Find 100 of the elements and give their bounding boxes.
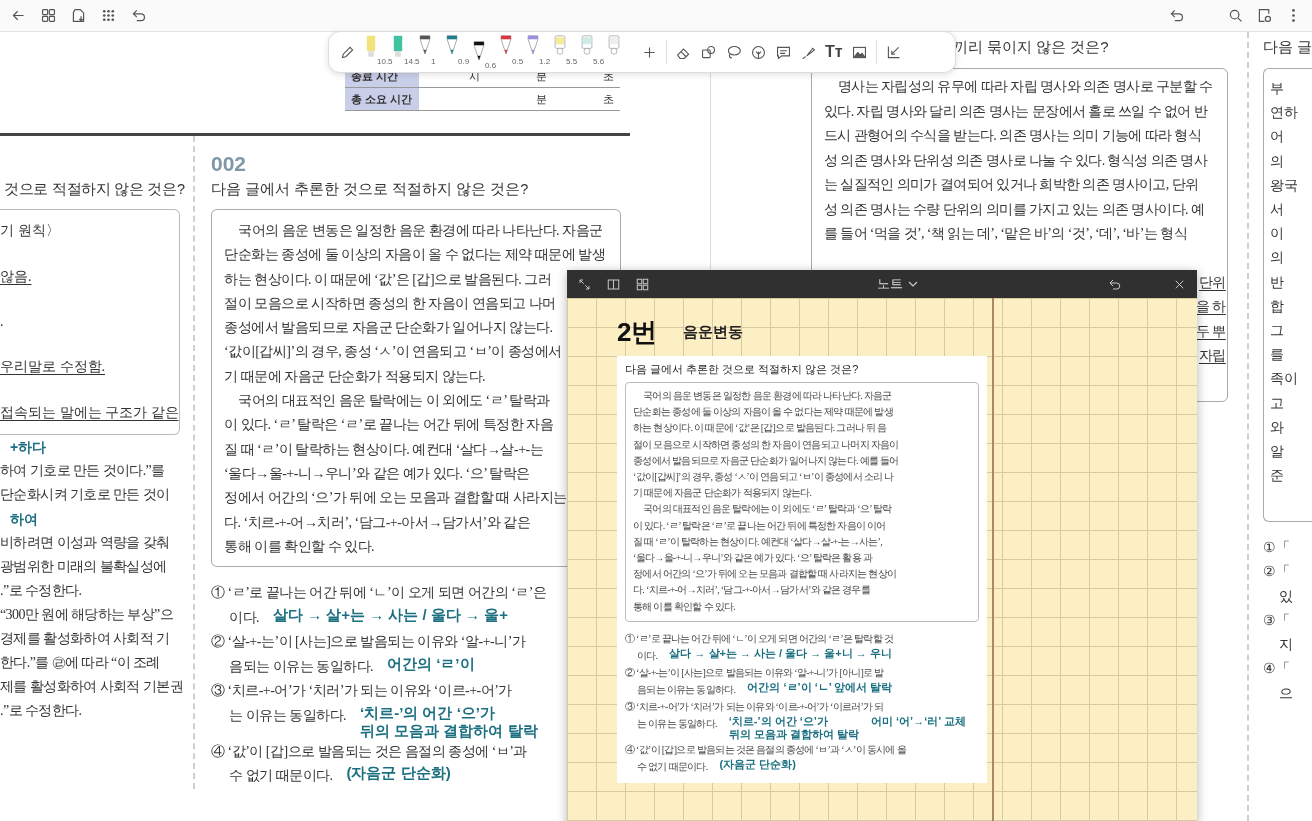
passage-line: 통해 이를 확인할 수 있다. — [633, 599, 736, 614]
passage-line: 우리말로 수정함. — [0, 358, 106, 376]
file-export-icon[interactable] — [70, 7, 87, 24]
pen-tool[interactable]: 5.5 — [553, 32, 579, 66]
handwritten-note: ‘치르-’의 어간 ‘으’가 — [728, 714, 829, 728]
pen-size-label: 1 — [431, 57, 436, 66]
handwritten-note: 살다 → 살+는 → 사는 / 울다 → 울+ — [273, 605, 509, 624]
pen-size-label: 5.5 — [566, 57, 578, 66]
passage-line: 성 의존 명사와 단위성 의존 명사로 나눌 수 있다. 형식성 의존 명사 — [823, 151, 1209, 170]
pen-size-label: 14.5 — [404, 57, 420, 66]
passage-line: 국어의 대표적인 음운 탈락에는 이 외에도 ‘ㄹ’ 탈락과 ‘으’ 탈락 — [642, 502, 893, 517]
answer-option: 이다. — [229, 605, 259, 630]
passage-line: ‘값이[갑씨]’의 경우, 종성 ‘ㅅ’이 연음되고 ‘ㅂ’이 종성에서 소리 나 — [633, 470, 895, 484]
pen-size-label: 10.5 — [377, 57, 393, 66]
lasso-icon[interactable] — [725, 43, 742, 61]
answer-line: 경제를 활성화하여 사회적 기 — [0, 630, 171, 648]
passage-line: 이 있다. ‘ㄹ’ 탈락은 ‘ㄹ’로 끝나는 어간 뒤에 특정한 자음이 이어 — [633, 518, 887, 533]
answer-option: ④ ‘값’이 [갑]으로 발음되는 것은 음절의 종성에 ‘ㅂ’과 ‘ㅅ’이 동시에 올 — [625, 740, 979, 758]
answer-option: 수 없기 때문이다. — [637, 757, 708, 775]
passage-line: 접속되는 말에는 구조가 같은 — [0, 404, 179, 422]
pen-tool[interactable]: 14.5 — [391, 32, 417, 66]
handwritten-note: +하다 — [9, 438, 48, 457]
handwritten-note: 어미 ‘어’→‘러’ 교체 — [871, 714, 966, 728]
passage-line: 정에서 어간의 ‘으’가 뒤에 오는 모음과 결합할 때 사라지는 — [224, 489, 567, 508]
handwritten-note: 살다 → 살+는 → 사는 / 울다 → 울+니 → 우니 — [669, 646, 892, 660]
pen-tool[interactable]: 5.6 — [580, 32, 606, 66]
answer-option: ④ ‘값’이 [갑]으로 발음되는 것은 음절의 종성에 ‘ㅂ’과 — [211, 739, 527, 764]
passage-line: 합 — [1269, 297, 1285, 316]
answer-option: 이다. — [637, 646, 658, 664]
pen-tool[interactable]: 0.5 — [499, 32, 525, 66]
split-view-icon[interactable] — [606, 276, 621, 292]
answer-option: ①「 — [1262, 536, 1312, 561]
handwritten-note: (자음군 단순화) — [719, 757, 796, 771]
search-icon[interactable] — [1227, 7, 1244, 24]
passage-line: 하는 현상이다. 이 때문에 ‘값’은 [갑]으로 발음된다. 그러나 뒤 음 — [633, 421, 888, 436]
answer-option: ③「 — [1262, 608, 1312, 634]
answer-option: 음되는 이유는 동일하다. — [229, 654, 373, 679]
question-text: 다음 글에서 추론한 것으로 적절하지 않은 것은? — [211, 180, 530, 199]
passage-line: 알 — [1269, 443, 1285, 462]
passage-line: 서 — [1269, 201, 1285, 219]
pen-tool[interactable]: 1.2 — [526, 32, 552, 66]
passage-line: 기 원칙〉 — [0, 222, 61, 240]
answer-line: 광범위한 미래의 불확실성에 — [0, 558, 168, 576]
pen-tool[interactable]: 1 — [418, 32, 444, 66]
passage-line: 종성에서 발음되므로 자음군 단순화가 일어나지 않는다. 예를 들어 — [633, 453, 900, 468]
passage-line: . — [0, 314, 5, 330]
pen-size-label: 1.2 — [539, 57, 551, 66]
answer-line: 비하려면 이성과 역량을 갖춰 — [0, 534, 171, 552]
passage-line: 와 — [1269, 418, 1285, 437]
passage-line: 자립 — [1199, 347, 1226, 365]
document-settings-icon[interactable] — [1256, 7, 1273, 24]
handwritten-note: 음운변동 — [683, 322, 744, 342]
table-cell: 총 소요 시간 — [345, 87, 419, 111]
question-text: 것으로 적절하지 않은 것은? — [3, 180, 185, 199]
answer-option: 음되는 이유는 동일하다. — [637, 680, 736, 698]
text-tool[interactable]: Tт — [825, 43, 843, 61]
answer-option: 는 이유는 동일하다. — [229, 703, 346, 728]
passage-line: 연하 — [1269, 104, 1299, 123]
answer-line: 한다.”를 ㉣에 따라 “이 조례 — [0, 654, 161, 672]
answer-option: ① ‘ㄹ’로 끝나는 어간 뒤에 ‘ㄴ’이 오게 되면 어간의 ‘ㄹ’은 탈락할 것 — [625, 629, 979, 647]
passage-line: 통해 이를 확인할 수 있다. — [224, 537, 374, 556]
answer-option: ④「 — [1262, 657, 1312, 682]
passage-line: 명사는 자립성의 유무에 따라 자립 명사와 의존 명사로 구분할 수 — [836, 78, 1214, 96]
answer-option: 으 — [1262, 681, 1312, 707]
grid-icon[interactable] — [635, 276, 650, 292]
passage-line: 국어의 음운 변동은 일정한 음운 환경에 따라 나타난다. 자음군 — [237, 222, 603, 240]
apps-icon[interactable] — [100, 7, 117, 24]
passage-line: 국어의 음운 변동은 일정한 음운 환경에 따라 나타난다. 자음군 — [642, 389, 893, 403]
answer-option: ② ‘살-+-는’이 [사는]으로 발음되는 이유와 ‘알-+-니’가 [아니]로 발 — [625, 663, 979, 681]
passage-line: 단순화는 종성에 둘 이상의 자음이 올 수 없다는 제약 때문에 발생 — [633, 405, 894, 420]
pen-tool[interactable]: 0.9 — [445, 32, 471, 66]
passage-line: 반 — [1269, 273, 1285, 292]
passage-line: 기 때문에 자음군 단순화가 적용되지 않는다. — [633, 486, 813, 501]
answer-option: ① ‘ㄹ’로 끝나는 어간 뒤에 ‘ㄴ’이 오게 되면 어간의 ‘ㄹ’은 — [211, 581, 547, 606]
pen-size-label: 0.5 — [512, 57, 524, 66]
resize-icon[interactable] — [577, 276, 592, 292]
passage-line: 절이 모음으로 시작하면 종성의 한 자음이 연음되고 나머 — [224, 294, 556, 313]
pen-tool[interactable]: 10.5 — [364, 32, 390, 66]
passage-line: 이 — [1269, 225, 1285, 244]
undo-icon[interactable] — [1168, 7, 1185, 24]
answer-line: .”로 수정한다. — [0, 582, 83, 600]
passage-line: 하는 현상이다. 이 때문에 ‘값’은 [갑]으로 발음된다. 그러 — [224, 270, 552, 289]
question-number: 002 — [211, 152, 248, 176]
passage-line: 이 있다. ‘ㄹ’ 탈락은 ‘ㄹ’로 끝나는 어간 뒤에 특정한 자음 — [224, 416, 554, 435]
passage-line: 드시 관형어의 수식을 받는다. 의존 명사는 의미 기능에 따라 형식 — [823, 127, 1203, 145]
table-cell: 분 — [536, 92, 547, 105]
passage-line: 를 들어 ‘먹을 것’, ‘책 읽는 데’, ‘맡은 바’의 ‘것’, ‘데’, ‘바’는 형식 — [823, 225, 1188, 243]
handwritten-note: 하여 — [9, 510, 39, 529]
pen-tool[interactable]: 0.6 — [472, 32, 498, 70]
passage-line: 있다. 자립 명사와 달리 의존 명사는 문장에서 홀로 쓰일 수 없어 반 — [823, 102, 1209, 121]
answer-option: ② ‘살-+-는’이 [사는]으로 발음되는 이유와 ‘알-+-니’가 — [211, 630, 526, 655]
passage-line: 질 때 ‘ㄹ’이 탈락하는 현상이다. 예컨대 ‘살다→살-+-는 — [224, 440, 544, 459]
undo-icon[interactable] — [130, 7, 147, 24]
handwritten-note: ‘치르-’의 어간 ‘으’가 — [360, 703, 496, 722]
passage-line: 절이 모음으로 시작하면 종성의 한 자음이 연음되고 나머지 자음이 — [633, 437, 900, 452]
passage-line: 를 — [1269, 346, 1285, 365]
note-title-dropdown[interactable]: 노트 — [872, 273, 922, 295]
shapes-icon[interactable] — [700, 43, 717, 61]
grid-icon[interactable] — [40, 7, 57, 24]
handwritten-note: (자음군 단순화) — [346, 764, 451, 782]
